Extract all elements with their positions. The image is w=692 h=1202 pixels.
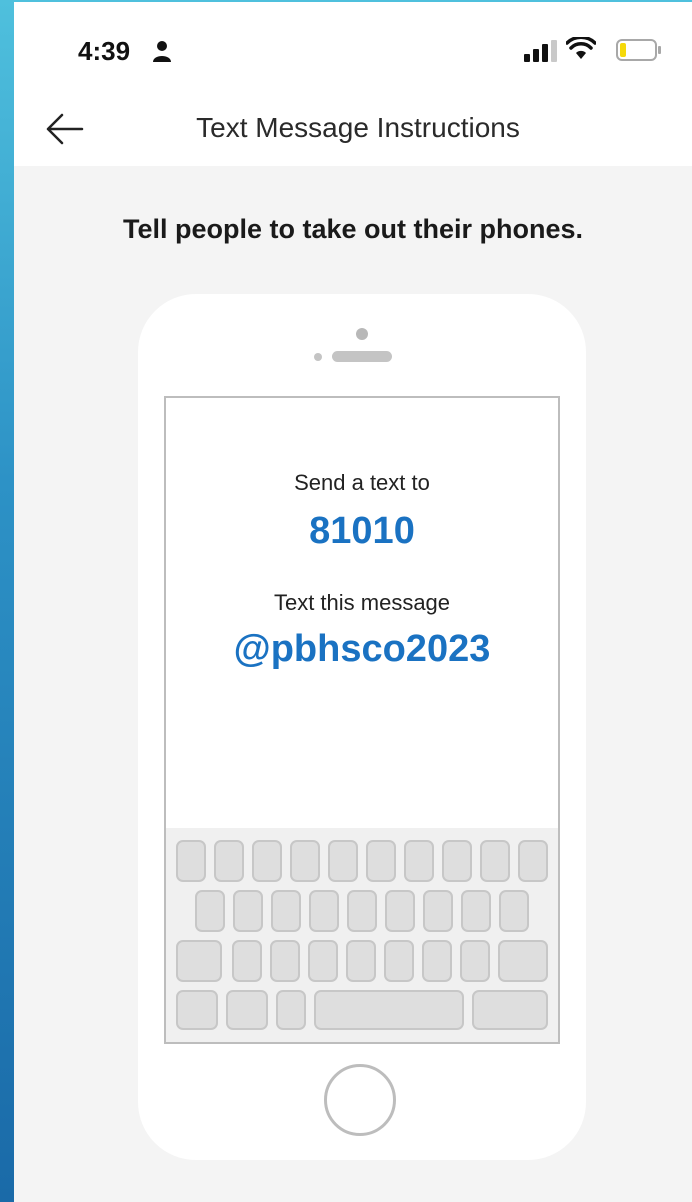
text-message-label: Text this message xyxy=(273,590,451,615)
keyboard-key xyxy=(176,940,222,982)
keyboard-key xyxy=(214,840,244,882)
message-code: @pbhsco2023 xyxy=(233,628,491,670)
keyboard-spacebar xyxy=(314,990,464,1030)
person-icon xyxy=(153,41,171,62)
keyboard-key xyxy=(328,840,358,882)
send-text-label: Send a text to xyxy=(294,470,430,495)
keyboard-key xyxy=(499,890,529,932)
keyboard-key xyxy=(385,890,415,932)
home-button-icon xyxy=(324,1064,396,1136)
keyboard-key xyxy=(498,940,548,982)
keyboard-key xyxy=(422,940,452,982)
phone-camera xyxy=(356,328,368,340)
phone-screen: Send a text to 81010 Text this message @… xyxy=(164,396,560,1044)
keyboard-key xyxy=(195,890,225,932)
keyboard-key xyxy=(480,840,510,882)
keyboard-key xyxy=(271,890,301,932)
instruction-headline: Tell people to take out their phones. xyxy=(122,214,584,244)
phone-sensor xyxy=(314,353,322,361)
keyboard-key xyxy=(404,840,434,882)
status-bar: 4:39 xyxy=(14,2,692,92)
navigation-bar: Text Message Instructions xyxy=(14,92,692,166)
keyboard-key xyxy=(384,940,414,982)
keyboard-key xyxy=(176,990,218,1030)
keyboard-key xyxy=(309,890,339,932)
keyboard-key xyxy=(461,890,491,932)
keyboard-key xyxy=(346,940,376,982)
keyboard-key xyxy=(366,840,396,882)
keyboard-key xyxy=(442,840,472,882)
keyboard-key xyxy=(233,890,263,932)
keyboard-key xyxy=(276,990,306,1030)
wifi-icon xyxy=(566,37,596,59)
keyboard-key xyxy=(423,890,453,932)
keyboard-key xyxy=(472,990,548,1030)
keyboard-illustration xyxy=(166,828,558,1042)
keyboard-key xyxy=(252,840,282,882)
app-screen: 4:39 Text Message Instructions Tell peop… xyxy=(14,2,692,1202)
battery-icon xyxy=(616,39,661,61)
keyboard-key xyxy=(518,840,548,882)
sms-number: 81010 xyxy=(309,510,415,552)
status-time: 4:39 xyxy=(78,36,131,66)
keyboard-key xyxy=(176,840,206,882)
keyboard-key xyxy=(232,940,262,982)
keyboard-key xyxy=(460,940,490,982)
phone-illustration: Send a text to 81010 Text this message @… xyxy=(138,294,586,1160)
signal-icon xyxy=(524,40,557,62)
keyboard-key xyxy=(270,940,300,982)
keyboard-key xyxy=(308,940,338,982)
keyboard-key xyxy=(347,890,377,932)
page-title: Text Message Instructions xyxy=(196,112,520,143)
keyboard-key xyxy=(226,990,268,1030)
phone-speaker xyxy=(332,351,392,362)
keyboard-key xyxy=(290,840,320,882)
